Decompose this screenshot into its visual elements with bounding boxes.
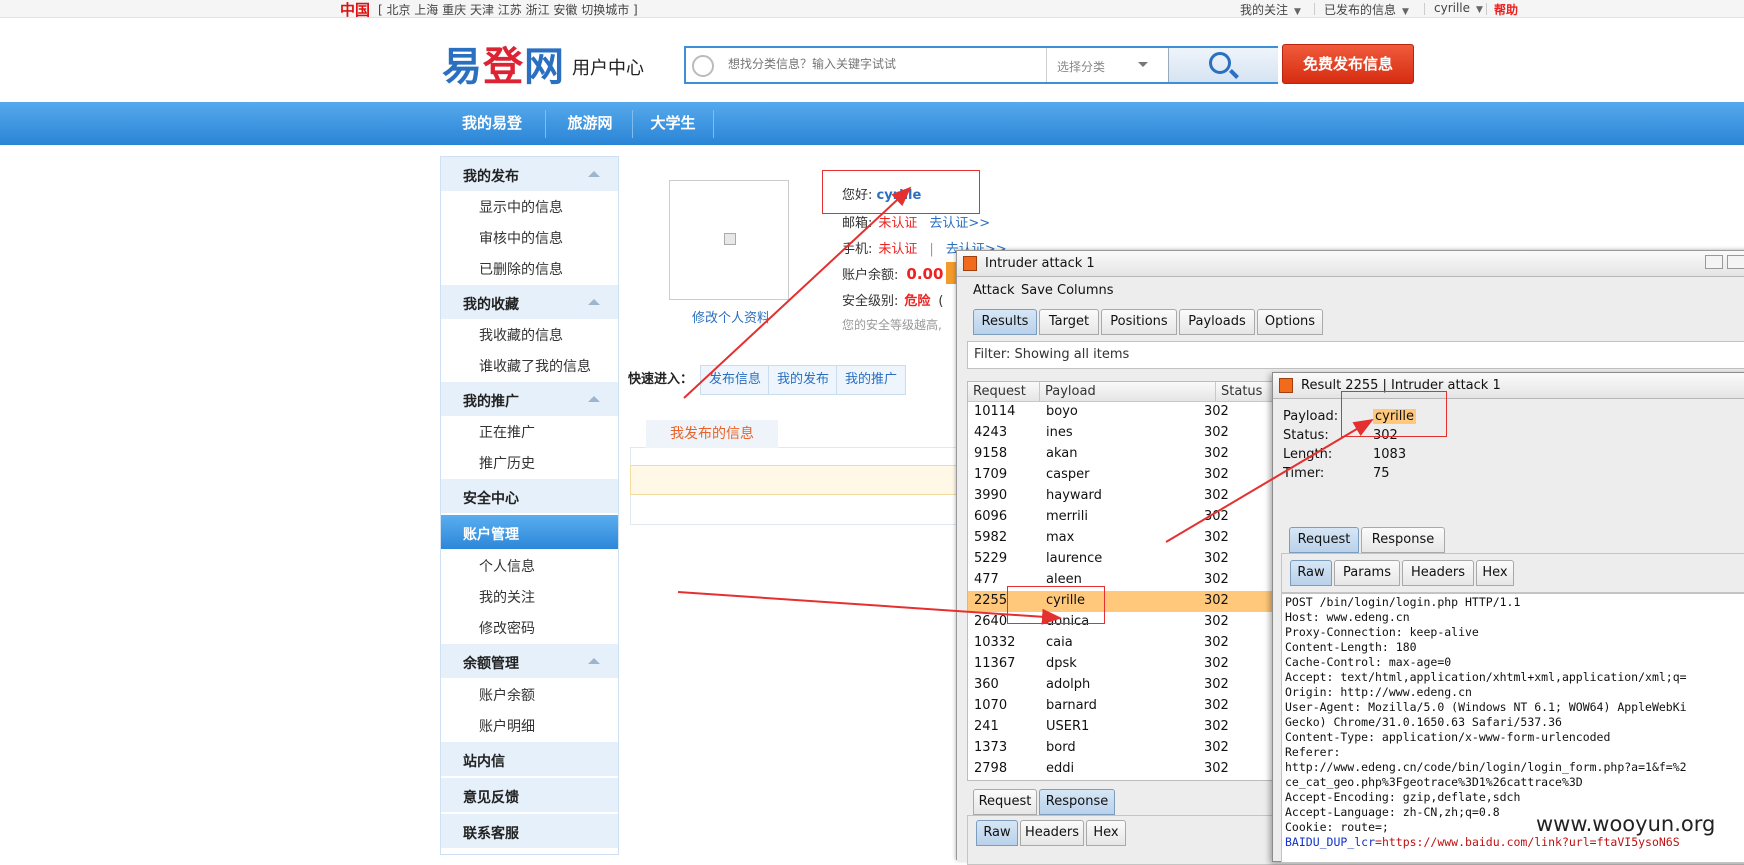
annotation-arrows	[677, 186, 1374, 625]
watermark: www.wooyun.org	[1536, 812, 1716, 836]
arrow-to-payload	[1165, 418, 1374, 543]
arrow-to-username	[683, 186, 912, 399]
arrow-to-row	[677, 591, 1062, 625]
